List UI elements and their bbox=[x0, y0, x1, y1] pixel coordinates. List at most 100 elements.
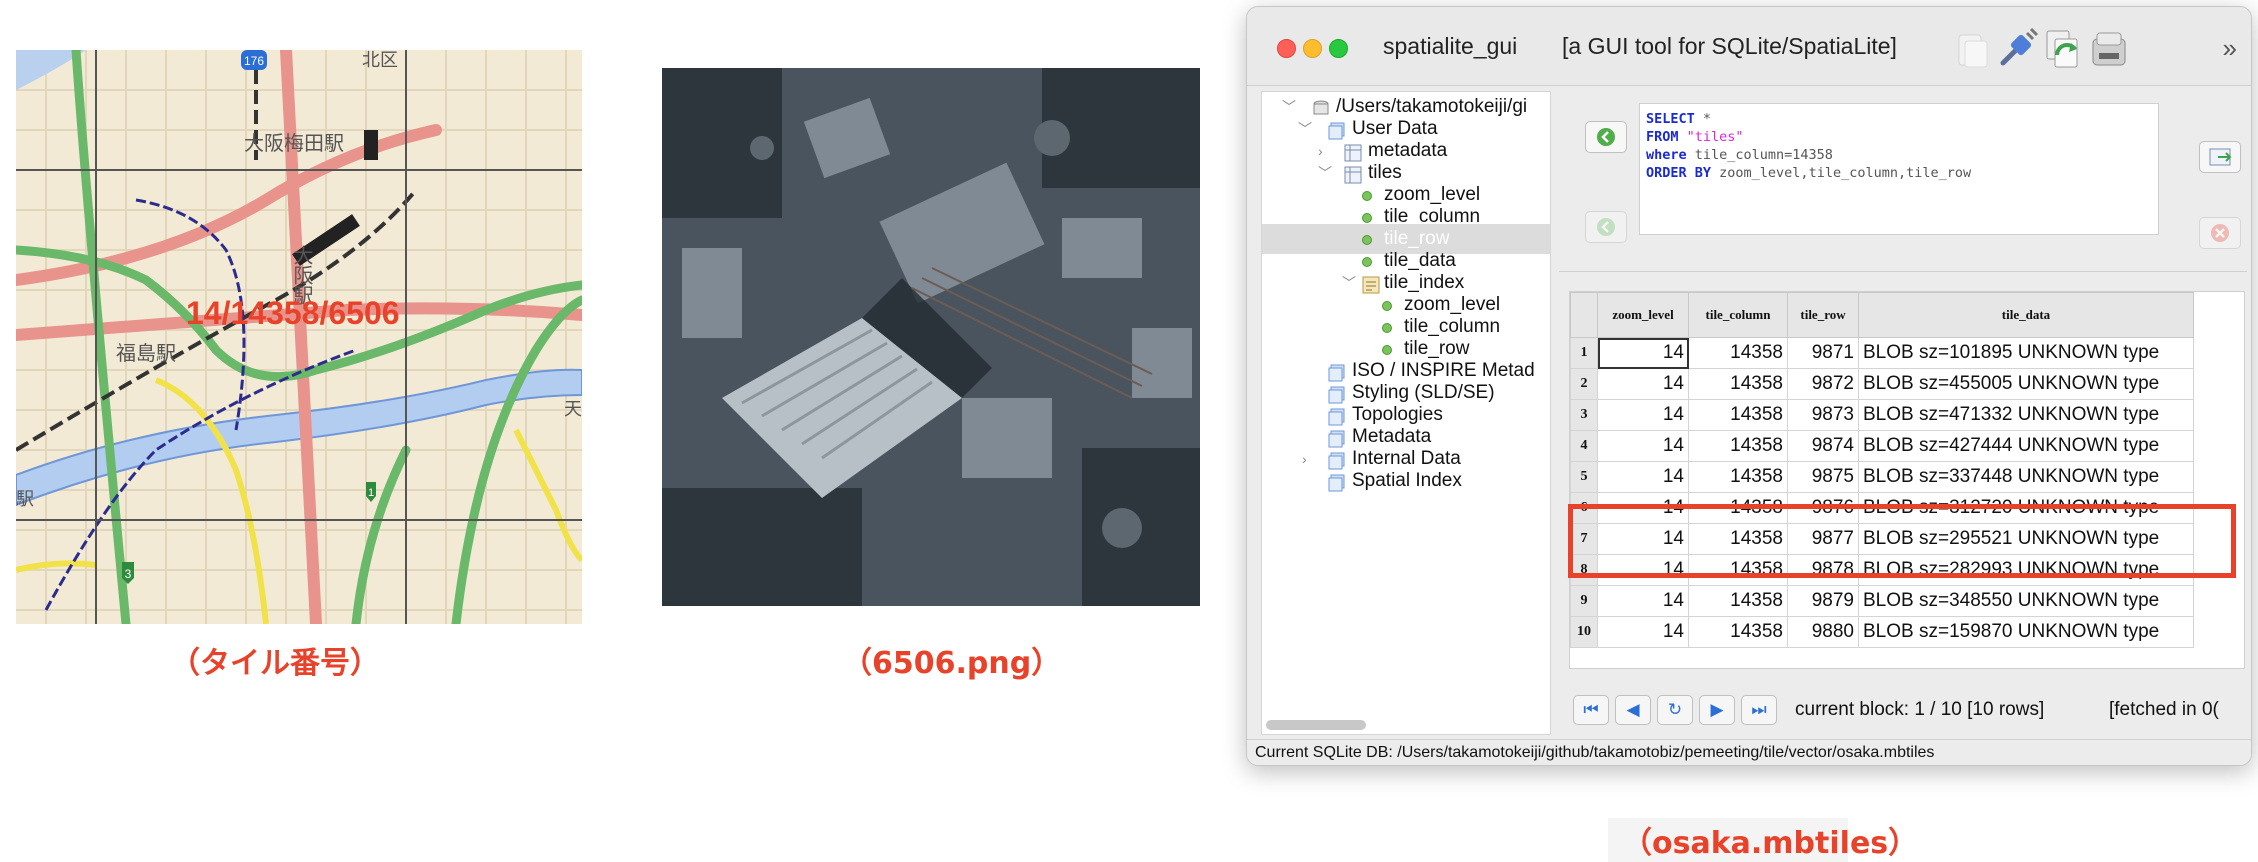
window-title: spatialite_gui bbox=[1383, 33, 1518, 59]
results-grid: zoom_level tile_column tile_row tile_dat… bbox=[1569, 291, 2245, 669]
tile-column-cell[interactable]: 14358 bbox=[1688, 430, 1788, 462]
tree-horizontal-scrollbar[interactable] bbox=[1266, 720, 1366, 730]
tile-data-cell[interactable]: BLOB sz=471332 UNKNOWN type bbox=[1858, 399, 2194, 431]
row-number-cell[interactable]: 5 bbox=[1570, 461, 1598, 493]
clear-button[interactable] bbox=[2199, 217, 2241, 249]
tile-data-cell[interactable]: BLOB sz=455005 UNKNOWN type bbox=[1858, 368, 2194, 400]
table-header-row: zoom_level tile_column tile_row tile_dat… bbox=[1570, 292, 2194, 338]
tile-column-cell[interactable]: 14358 bbox=[1688, 585, 1788, 617]
window-titlebar: spatialite_gui [a GUI tool for SQLite/Sp… bbox=[1247, 7, 2251, 86]
row-number-cell[interactable]: 1 bbox=[1570, 337, 1598, 369]
tile-column-cell[interactable]: 14358 bbox=[1688, 461, 1788, 493]
tile-column-cell[interactable]: 14358 bbox=[1688, 337, 1788, 369]
column-header-tile-row[interactable]: tile_row bbox=[1787, 292, 1859, 338]
sql-table-name: "tiles" bbox=[1678, 129, 1744, 145]
column-header-tile-column[interactable]: tile_column bbox=[1688, 292, 1788, 338]
refresh-block-button[interactable]: ↻ bbox=[1657, 695, 1693, 725]
database-disk-icon[interactable] bbox=[2085, 25, 2133, 73]
next-block-button[interactable]: ▶ bbox=[1699, 695, 1735, 725]
tile-column-cell[interactable]: 14358 bbox=[1688, 399, 1788, 431]
tile-data-cell[interactable]: BLOB sz=427444 UNKNOWN type bbox=[1858, 430, 2194, 462]
tile-column-cell[interactable]: 14358 bbox=[1688, 368, 1788, 400]
table-row[interactable]: 1 14 14358 9871 BLOB sz=101895 UNKNOWN type bbox=[1570, 337, 2194, 369]
row-number-cell[interactable]: 9 bbox=[1570, 585, 1598, 617]
map-graphics: 176 1 3 大阪梅田駅 大阪駅 福島駅 駅 天 北区 bbox=[16, 50, 582, 624]
first-block-button[interactable]: ⏮ bbox=[1573, 695, 1609, 725]
tile-data-cell[interactable]: BLOB sz=159870 UNKNOWN type bbox=[1858, 616, 2194, 648]
column-header-zoom-level[interactable]: zoom_level bbox=[1597, 292, 1689, 338]
minimize-window-button[interactable] bbox=[1303, 39, 1322, 58]
tile-row-cell[interactable]: 9880 bbox=[1787, 616, 1859, 648]
zoom-level-cell[interactable]: 14 bbox=[1597, 399, 1689, 431]
export-icon bbox=[2209, 148, 2232, 166]
row-7-highlight-box bbox=[1568, 504, 2236, 578]
fetched-time-text: [fetched in 0( bbox=[2109, 699, 2219, 720]
route-176-label: 176 bbox=[244, 54, 264, 68]
refresh-icon: ↻ bbox=[1667, 700, 1683, 719]
zoom-level-cell[interactable]: 14 bbox=[1597, 461, 1689, 493]
current-block-text: current block: 1 / 10 [10 rows] bbox=[1795, 699, 2045, 720]
sql-query-input[interactable]: SELECT * FROM "tiles" where tile_column=… bbox=[1639, 103, 2159, 235]
table-row[interactable]: 9 14 14358 9879 BLOB sz=348550 UNKNOWN type bbox=[1570, 585, 2194, 617]
station-umeda-label: 大阪梅田駅 bbox=[244, 131, 344, 155]
sql-editor-pane: SELECT * FROM "tiles" where tile_column=… bbox=[1559, 91, 2247, 272]
window-subtitle: [a GUI tool for SQLite/SpatiaLite] bbox=[1562, 33, 1897, 59]
toolbar-overflow-icon[interactable]: » bbox=[2223, 33, 2237, 64]
table-row[interactable]: 2 14 14358 9872 BLOB sz=455005 UNKNOWN type bbox=[1570, 368, 2194, 400]
table-row[interactable]: 10 14 14358 9880 BLOB sz=159870 UNKNOWN type bbox=[1570, 616, 2194, 648]
edge-station-label: 駅 bbox=[16, 489, 34, 510]
row-number-cell[interactable]: 10 bbox=[1570, 616, 1598, 648]
first-icon: ⏮ bbox=[1583, 700, 1599, 719]
row-number-cell[interactable]: 4 bbox=[1570, 430, 1598, 462]
tile-map-image: 176 1 3 大阪梅田駅 大阪駅 福島駅 駅 天 北区 14/14358/65… bbox=[16, 50, 582, 624]
zoom-level-cell[interactable]: 14 bbox=[1597, 337, 1689, 369]
tree-item-spatial-index[interactable]: Spatial Index bbox=[1262, 466, 1550, 496]
tile-row-cell[interactable]: 9871 bbox=[1787, 337, 1859, 369]
tile-row-cell[interactable]: 9879 bbox=[1787, 585, 1859, 617]
export-button[interactable] bbox=[2199, 141, 2241, 173]
history-back-button[interactable] bbox=[1585, 211, 1627, 243]
column-dot-icon bbox=[1362, 213, 1372, 223]
table-row[interactable]: 3 14 14358 9873 BLOB sz=471332 UNKNOWN type bbox=[1570, 399, 2194, 431]
row-number-cell[interactable]: 3 bbox=[1570, 399, 1598, 431]
table-row[interactable]: 5 14 14358 9875 BLOB sz=337448 UNKNOWN type bbox=[1570, 461, 2194, 493]
tile-row-cell[interactable]: 9874 bbox=[1787, 430, 1859, 462]
tile-row-cell[interactable]: 9872 bbox=[1787, 368, 1859, 400]
row-number-header bbox=[1570, 292, 1598, 338]
column-dot-icon bbox=[1362, 257, 1372, 267]
refresh-copy-icon[interactable] bbox=[2039, 25, 2087, 73]
history-arrow-icon bbox=[1597, 218, 1615, 236]
column-dot-icon bbox=[1382, 301, 1392, 311]
last-block-button[interactable]: ⏭ bbox=[1741, 695, 1777, 725]
results-table: zoom_level tile_column tile_row tile_dat… bbox=[1570, 292, 2194, 648]
tile-row-cell[interactable]: 9873 bbox=[1787, 399, 1859, 431]
column-dot-icon bbox=[1362, 235, 1372, 245]
zoom-level-cell[interactable]: 14 bbox=[1597, 430, 1689, 462]
column-dot-icon bbox=[1362, 191, 1372, 201]
tile-data-cell[interactable]: BLOB sz=337448 UNKNOWN type bbox=[1858, 461, 2194, 493]
new-db-icon[interactable] bbox=[1947, 25, 1995, 73]
zoom-window-button[interactable] bbox=[1329, 39, 1348, 58]
execute-sql-button[interactable] bbox=[1585, 121, 1627, 153]
table-row[interactable]: 4 14 14358 9874 BLOB sz=427444 UNKNOWN type bbox=[1570, 430, 2194, 462]
previous-block-button[interactable]: ◀ bbox=[1615, 695, 1651, 725]
row-number-cell[interactable]: 2 bbox=[1570, 368, 1598, 400]
station-fukushima-label: 福島駅 bbox=[116, 341, 176, 365]
tile-data-cell[interactable]: BLOB sz=348550 UNKNOWN type bbox=[1858, 585, 2194, 617]
close-window-button[interactable] bbox=[1277, 39, 1296, 58]
folder-stack-icon bbox=[1328, 472, 1346, 492]
zoom-level-cell[interactable]: 14 bbox=[1597, 585, 1689, 617]
sql-condition: tile_column=14358 bbox=[1686, 147, 1833, 163]
caption-tile-number: （タイル番号） bbox=[170, 646, 380, 681]
connect-plug-icon[interactable] bbox=[1993, 25, 2041, 73]
tile-column-cell[interactable]: 14358 bbox=[1688, 616, 1788, 648]
zoom-level-cell[interactable]: 14 bbox=[1597, 616, 1689, 648]
column-header-tile-data[interactable]: tile_data bbox=[1858, 292, 2194, 338]
tile-row-cell[interactable]: 9875 bbox=[1787, 461, 1859, 493]
sql-where-keyword: where bbox=[1646, 147, 1687, 163]
sql-order-columns: zoom_level,tile_column,tile_row bbox=[1711, 165, 1972, 181]
tile-data-cell[interactable]: BLOB sz=101895 UNKNOWN type bbox=[1858, 337, 2194, 369]
sql-order-keyword: ORDER BY bbox=[1646, 165, 1712, 181]
previous-icon: ◀ bbox=[1626, 700, 1640, 719]
zoom-level-cell[interactable]: 14 bbox=[1597, 368, 1689, 400]
